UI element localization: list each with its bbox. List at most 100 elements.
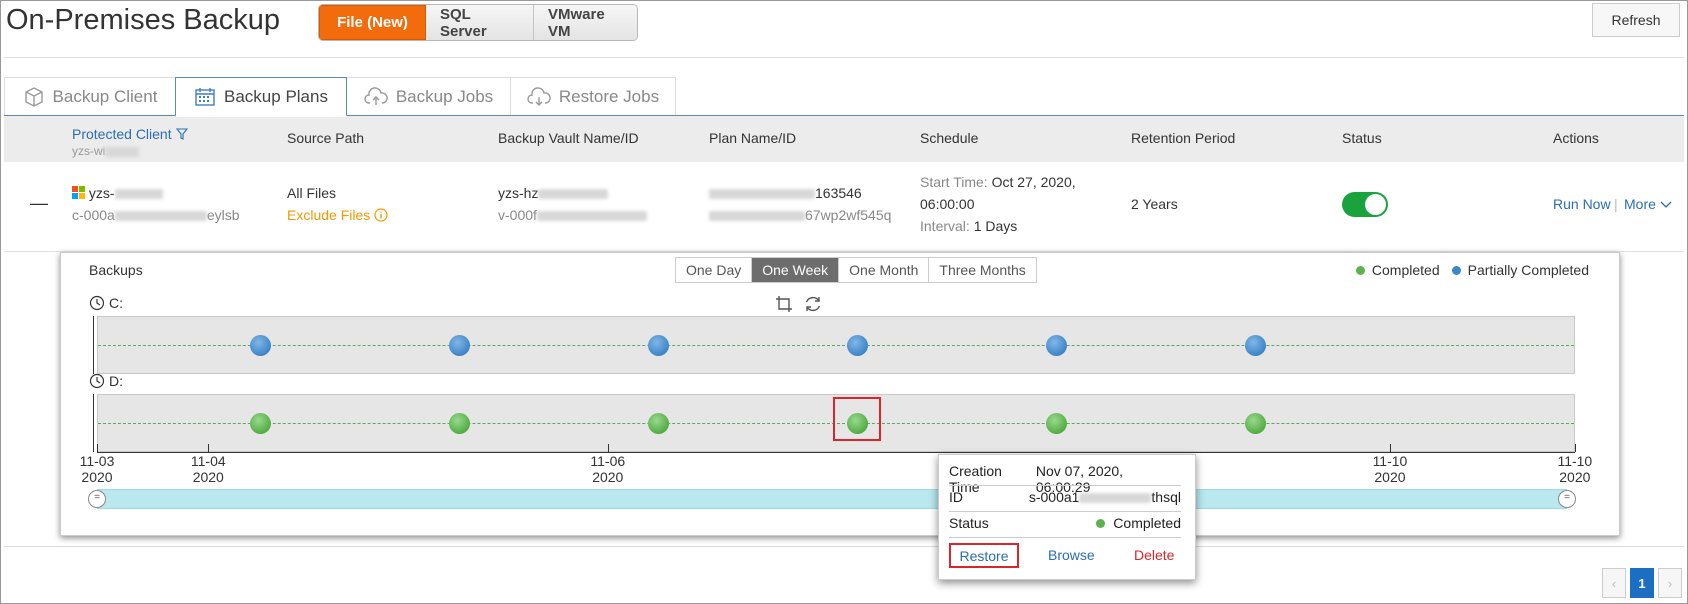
- type-sql-server-button[interactable]: SQL Server: [426, 5, 534, 40]
- backups-panel-title: Backups: [89, 262, 143, 278]
- series-label-c: C:: [89, 295, 123, 311]
- backups-panel: Backups One Day One Week One Month Three…: [60, 252, 1620, 536]
- collapse-row-button[interactable]: —: [30, 192, 48, 214]
- status-toggle[interactable]: [1342, 192, 1388, 217]
- tab-backup-client[interactable]: Backup Client: [4, 77, 176, 116]
- range-handle-right[interactable]: =: [1558, 490, 1576, 508]
- range-scrollbar[interactable]: [97, 489, 1567, 509]
- backup-point-d-4[interactable]: [1046, 413, 1068, 434]
- backup-point-d-5[interactable]: [1244, 413, 1266, 434]
- retention-period: 2 Years: [1131, 196, 1178, 212]
- plan-name: 163546: [709, 182, 862, 204]
- backup-point-c-2[interactable]: [648, 335, 670, 356]
- calendar-icon: [195, 87, 215, 106]
- backup-point-d-1[interactable]: [448, 413, 470, 434]
- client-id: c-000a eylsb: [72, 207, 240, 223]
- legend-dot-partially-completed: [1451, 265, 1461, 275]
- x-tick-label: 11-10 2020: [1557, 453, 1593, 485]
- range-one-month-button[interactable]: One Month: [839, 258, 930, 282]
- tab-bar: Backup Client Backup Plans Backup Jobs R…: [4, 77, 676, 117]
- type-vmware-vm-button[interactable]: VMware VM: [534, 5, 637, 40]
- refresh-icon[interactable]: [803, 294, 823, 314]
- series-label-d: D:: [89, 373, 123, 389]
- header-divider: [4, 57, 1684, 58]
- vault-id: v-000f: [498, 204, 647, 226]
- tooltip-status: Status Completed: [949, 515, 1181, 531]
- page-button-1[interactable]: 1: [1630, 568, 1654, 598]
- column-status: Status: [1342, 130, 1382, 146]
- backup-point-c-4[interactable]: [1046, 335, 1068, 356]
- schedule-time: 06:00:00: [920, 196, 975, 212]
- filter-icon[interactable]: [175, 128, 188, 140]
- table-bottom-divider: [4, 546, 1684, 547]
- more-dropdown[interactable]: More: [1624, 193, 1672, 215]
- x-tick-mark: [208, 444, 210, 452]
- backup-point-c-5[interactable]: [1244, 335, 1266, 356]
- lane-baseline: [98, 345, 1574, 346]
- range-handle-left[interactable]: =: [88, 490, 106, 508]
- clock-icon: [89, 373, 105, 389]
- x-tick-label: 11-03 2020: [79, 453, 115, 485]
- plan-id: 67wp2wf545q: [709, 204, 891, 226]
- schedule-start: Start Time: Oct 27, 2020,: [920, 174, 1076, 190]
- column-actions: Actions: [1553, 130, 1599, 146]
- delete-button[interactable]: Delete: [1134, 547, 1174, 563]
- timeline-lane-c: [97, 316, 1575, 374]
- info-icon: [374, 208, 388, 222]
- schedule-interval: Interval: 1 Days: [920, 218, 1018, 234]
- type-file-new-button[interactable]: File (New): [319, 5, 426, 40]
- column-protected-client[interactable]: Protected Client: [72, 126, 188, 142]
- legend-dot-completed: [1355, 265, 1365, 275]
- status-dot-completed: [1096, 518, 1106, 528]
- browse-button[interactable]: Browse: [1048, 547, 1095, 563]
- cloud-download-icon: [527, 87, 551, 106]
- backup-point-tooltip: Creation Time Nov 07, 2020, 06:00:29 ID …: [938, 454, 1196, 580]
- prev-page-button[interactable]: ‹: [1602, 568, 1626, 598]
- x-axis: [97, 452, 1575, 453]
- x-tick-mark: [1389, 444, 1391, 452]
- tab-label: Backup Client: [52, 87, 158, 106]
- tab-restore-jobs[interactable]: Restore Jobs: [510, 77, 676, 116]
- tab-backup-jobs[interactable]: Backup Jobs: [346, 77, 511, 116]
- refresh-button[interactable]: Refresh: [1592, 3, 1680, 37]
- backup-point-c-1[interactable]: [448, 335, 470, 356]
- tooltip-divider: [949, 485, 1181, 486]
- next-page-button[interactable]: ›: [1658, 568, 1682, 598]
- backup-type-switch: File (New) SQL Server VMware VM: [318, 4, 638, 41]
- lane-axis-d: [93, 394, 94, 452]
- range-three-months-button[interactable]: Three Months: [929, 258, 1035, 282]
- column-backup-vault: Backup Vault Name/ID: [498, 130, 639, 146]
- table-row: — yzs- c-000a eylsb All Files Exclude Fil…: [4, 162, 1684, 252]
- backup-point-c-3[interactable]: [847, 335, 869, 356]
- legend: Completed Partially Completed: [1344, 262, 1589, 278]
- timeline-lane-d: [97, 394, 1575, 452]
- range-one-week-button[interactable]: One Week: [752, 258, 840, 282]
- exclude-files-link[interactable]: Exclude Files: [287, 204, 388, 226]
- tab-label: Backup Jobs: [395, 87, 494, 106]
- lane-axis-c: [93, 316, 94, 374]
- legend-partially-completed: Partially Completed: [1451, 262, 1589, 278]
- column-schedule: Schedule: [920, 130, 979, 146]
- backup-point-d-2[interactable]: [648, 413, 670, 434]
- tooltip-divider: [949, 511, 1181, 512]
- x-tick-label: 11-10 2020: [1372, 453, 1408, 485]
- vault-name: yzs-hz: [498, 182, 609, 204]
- selected-point-highlight: [833, 397, 882, 441]
- run-now-link[interactable]: Run Now: [1553, 193, 1611, 215]
- range-one-day-button[interactable]: One Day: [676, 258, 753, 282]
- tab-label: Restore Jobs: [558, 87, 660, 106]
- legend-completed: Completed: [1355, 262, 1440, 278]
- restore-button[interactable]: Restore: [949, 543, 1019, 568]
- crop-icon[interactable]: [775, 295, 793, 313]
- tooltip-divider: [949, 537, 1181, 538]
- client-name: yzs-: [72, 182, 163, 204]
- x-tick-mark: [607, 444, 609, 452]
- cloud-upload-icon: [364, 87, 388, 105]
- table-header: Protected Client yzs-wi Source Path Back…: [4, 116, 1684, 162]
- column-source-path: Source Path: [287, 130, 365, 146]
- backup-point-c-0[interactable]: [249, 335, 271, 356]
- tab-backup-plans[interactable]: Backup Plans: [175, 77, 347, 117]
- x-tick-mark: [1574, 444, 1576, 452]
- backup-point-d-0[interactable]: [249, 413, 271, 434]
- pagination: ‹ 1 ›: [1598, 568, 1682, 598]
